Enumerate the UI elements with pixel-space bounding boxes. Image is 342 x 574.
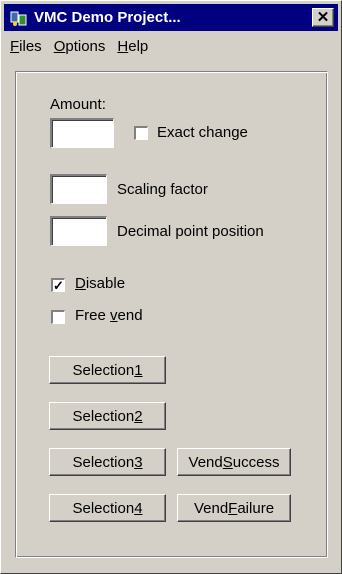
selection-2-button[interactable]: Selection 2: [49, 402, 166, 430]
window-title: VMC Demo Project...: [34, 9, 181, 26]
disable-label: Disable: [75, 275, 126, 292]
free-vend-checkbox[interactable]: [51, 310, 65, 324]
menu-options[interactable]: Options: [48, 38, 112, 55]
decimal-point-input[interactable]: [50, 216, 107, 246]
selection-1-button[interactable]: Selection 1: [49, 356, 166, 384]
vmc-app-icon: [10, 11, 27, 26]
scaling-factor-label: Scaling factor: [117, 181, 208, 198]
vend-success-button[interactable]: Vend Success: [177, 448, 291, 476]
close-button[interactable]: ✕: [312, 8, 334, 27]
menu-help[interactable]: Help: [111, 38, 154, 55]
menu-files[interactable]: Files: [4, 38, 48, 55]
checkmark-icon: ✓: [53, 278, 64, 293]
disable-checkbox[interactable]: ✓: [51, 278, 65, 292]
menu-bar: Files Options Help: [4, 34, 154, 58]
free-vend-label: Free vend: [75, 307, 143, 324]
exact-change-checkbox[interactable]: [134, 126, 148, 140]
vend-failure-button[interactable]: Vend Failure: [177, 494, 291, 522]
title-bar[interactable]: VMC Demo Project... ✕: [4, 4, 338, 31]
amount-input[interactable]: [50, 118, 114, 148]
amount-label: Amount:: [50, 96, 106, 113]
scaling-factor-input[interactable]: [50, 174, 107, 204]
selection-3-button[interactable]: Selection 3: [49, 448, 166, 476]
decimal-point-label: Decimal point position: [117, 223, 264, 240]
main-panel: Amount: Exact change Scaling factor Deci…: [15, 71, 328, 558]
close-icon: ✕: [316, 9, 330, 26]
selection-4-button[interactable]: Selection 4: [49, 494, 166, 522]
app-window: VMC Demo Project... ✕ Files Options Help…: [0, 0, 342, 574]
exact-change-label: Exact change: [157, 124, 248, 141]
